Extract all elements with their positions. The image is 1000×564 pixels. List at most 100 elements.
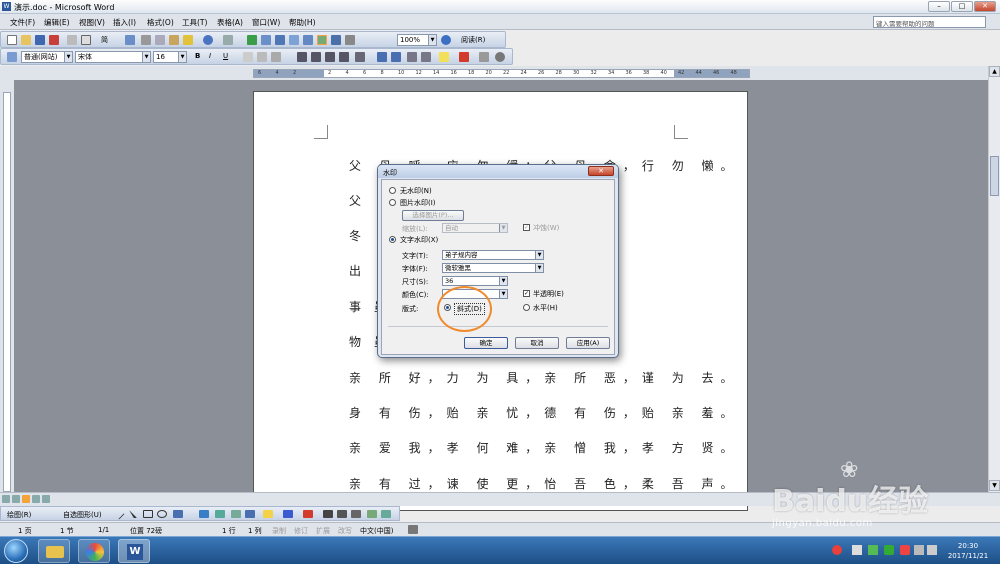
menu-tools[interactable]: 工具(T)	[182, 17, 207, 28]
menu-window[interactable]: 窗口(W)	[252, 17, 280, 28]
minimize-button[interactable]: –	[928, 1, 950, 12]
menu-format[interactable]: 格式(O)	[147, 17, 174, 28]
doc-line[interactable]: 冬	[349, 227, 368, 244]
line-spacing-icon[interactable]	[355, 52, 365, 62]
char-shading-icon[interactable]	[257, 52, 267, 62]
size-combo[interactable]: 36 ▼	[442, 276, 508, 286]
diagram-icon[interactable]	[215, 510, 225, 518]
autoshapes-menu[interactable]: 自选图形(U)	[63, 510, 102, 520]
network-icon[interactable]	[914, 545, 924, 555]
picture-watermark-label[interactable]: 图片水印(I)	[400, 198, 436, 208]
washout-checkbox[interactable]: ✓	[523, 224, 530, 231]
char-scale-icon[interactable]	[271, 52, 281, 62]
read-mode-button[interactable]: 阅读(R)	[461, 35, 485, 45]
status-track-changes[interactable]: 修订	[294, 526, 308, 536]
doc-line[interactable]: 出	[349, 262, 368, 279]
3d-icon[interactable]	[381, 510, 391, 518]
fill-color-icon[interactable]	[263, 510, 273, 518]
menu-view[interactable]: 视图(V)	[79, 17, 105, 28]
oval-icon[interactable]	[157, 510, 167, 518]
text-combo[interactable]: 弟子规内容 ▼	[442, 250, 544, 260]
italic-button[interactable]: I	[209, 52, 211, 60]
semitransparent-checkbox[interactable]: ✓	[523, 290, 530, 297]
doc-line[interactable]: 事	[349, 298, 368, 315]
menu-insert[interactable]: 插入(I)	[113, 17, 136, 28]
line-style-icon[interactable]	[323, 510, 333, 518]
outline-view-icon[interactable]	[32, 495, 40, 503]
bold-button[interactable]: B	[195, 52, 200, 60]
close-window-button[interactable]: ✕	[974, 1, 996, 12]
enclose-char-icon[interactable]	[495, 52, 505, 62]
insert-table-icon[interactable]	[275, 35, 285, 45]
doc-line[interactable]: 亲 有 过，谏 使 更，怡 吾 色，柔 吾 声。	[349, 475, 740, 492]
print-icon[interactable]	[67, 35, 77, 45]
align-left-icon[interactable]	[297, 52, 307, 62]
bullets-icon[interactable]	[391, 52, 401, 62]
antivirus-icon[interactable]	[900, 545, 910, 555]
ask-question-input[interactable]: 键入需要帮助的问题	[873, 16, 986, 28]
picture-icon[interactable]	[245, 510, 255, 518]
wordart-icon[interactable]	[199, 510, 209, 518]
vertical-scrollbar[interactable]: ▲ ▼	[988, 66, 1000, 492]
undo-icon[interactable]	[203, 35, 213, 45]
line-color-icon[interactable]	[283, 510, 293, 518]
scroll-up-icon[interactable]: ▲	[989, 66, 1000, 77]
spelling-icon[interactable]	[125, 35, 135, 45]
font-combo[interactable]: 微软雅黑 ▼	[442, 263, 544, 273]
font-color-icon[interactable]	[459, 52, 469, 62]
format-painter-icon[interactable]	[183, 35, 193, 45]
doc-line[interactable]: 父	[349, 192, 368, 209]
status-record[interactable]: 录制	[272, 526, 286, 536]
cut-icon[interactable]	[141, 35, 151, 45]
clipart-icon[interactable]	[231, 510, 241, 518]
highlight-icon[interactable]	[439, 52, 449, 62]
permission-icon[interactable]	[49, 35, 59, 45]
menu-edit[interactable]: 编辑(E)	[44, 17, 70, 28]
cancel-button[interactable]: 取消	[515, 337, 559, 349]
horizontal-label[interactable]: 水平(H)	[533, 303, 558, 313]
drawing-icon[interactable]	[317, 35, 327, 45]
doc-line[interactable]: 身 有 伤，贻 亲 忧，德 有 伤，贻 亲 羞。	[349, 404, 740, 421]
justify-icon[interactable]	[339, 52, 349, 62]
dialog-close-button[interactable]: ✕	[588, 166, 614, 176]
rectangle-icon[interactable]	[143, 510, 153, 518]
shadow-icon[interactable]	[367, 510, 377, 518]
font-size-combo[interactable]: 16 ▼	[153, 51, 187, 63]
columns-icon[interactable]	[303, 35, 313, 45]
shield-icon[interactable]	[884, 545, 894, 555]
chinese-conversion-button[interactable]: 简	[101, 35, 108, 45]
align-right-icon[interactable]	[325, 52, 335, 62]
phonetic-guide-icon[interactable]	[479, 52, 489, 62]
line-icon[interactable]	[113, 508, 125, 520]
menu-help[interactable]: 帮助(H)	[289, 17, 316, 28]
spelling-status-icon[interactable]	[408, 525, 418, 534]
arrow-icon[interactable]	[129, 510, 137, 518]
clock[interactable]: 20:30 2017/11/21	[938, 541, 998, 561]
normal-view-icon[interactable]	[2, 495, 10, 503]
show-hide-icon[interactable]	[345, 35, 355, 45]
status-extend[interactable]: 扩展	[316, 526, 330, 536]
horizontal-radio[interactable]	[523, 304, 530, 311]
volume-icon[interactable]	[927, 545, 937, 555]
web-view-icon[interactable]	[12, 495, 20, 503]
word-taskbar-button[interactable]: W	[118, 539, 150, 563]
ime-icon[interactable]	[832, 545, 842, 555]
new-icon[interactable]	[7, 35, 17, 45]
char-border-icon[interactable]	[243, 52, 253, 62]
scale-combo[interactable]: 自动 ▼	[442, 223, 508, 233]
document-map-icon[interactable]	[331, 35, 341, 45]
no-watermark-radio[interactable]	[389, 187, 396, 194]
draw-menu[interactable]: 绘图(R)	[7, 510, 31, 520]
align-center-icon[interactable]	[311, 52, 321, 62]
security-icon[interactable]	[868, 545, 878, 555]
menu-table[interactable]: 表格(A)	[217, 17, 243, 28]
font-combo[interactable]: 宋体 ▼	[75, 51, 151, 63]
styles-icon[interactable]	[7, 52, 17, 62]
arrow-style-icon[interactable]	[351, 510, 361, 518]
insert-excel-icon[interactable]	[289, 35, 299, 45]
hyperlink-icon[interactable]	[247, 35, 257, 45]
no-watermark-label[interactable]: 无水印(N)	[400, 186, 432, 196]
ok-button[interactable]: 确定	[464, 337, 508, 349]
print-view-icon[interactable]	[22, 495, 30, 503]
washout-label[interactable]: 冲蚀(W)	[533, 223, 559, 233]
